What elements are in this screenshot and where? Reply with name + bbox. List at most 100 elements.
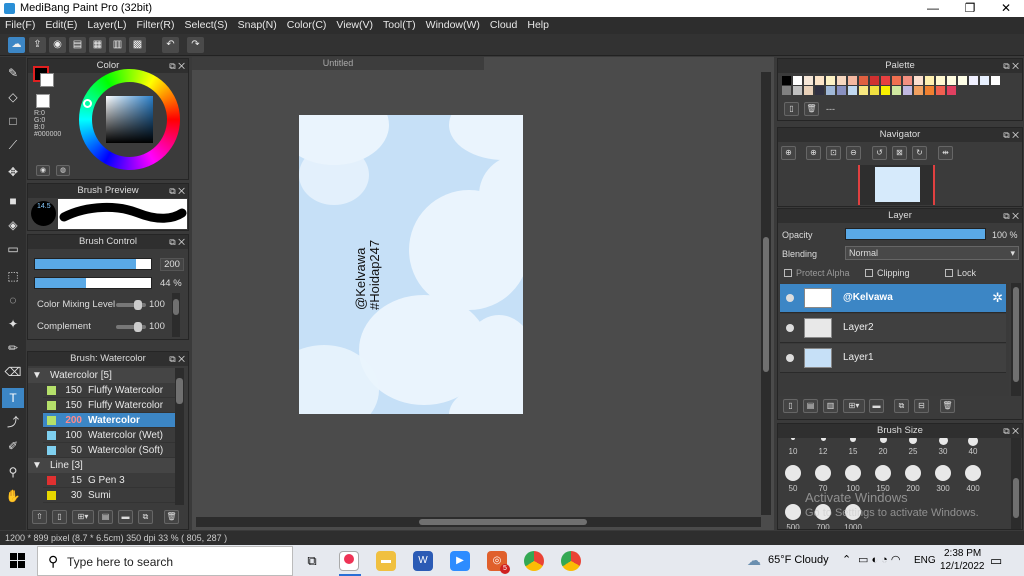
- palette-swatch[interactable]: [903, 86, 912, 95]
- palette-swatch[interactable]: [892, 76, 901, 85]
- palette-swatch[interactable]: [782, 76, 791, 85]
- blending-select[interactable]: Normal ▾: [845, 246, 1019, 260]
- panel-controls-icon[interactable]: ⧉ ✕: [169, 352, 185, 366]
- saturation-square[interactable]: [106, 96, 153, 143]
- menu-view[interactable]: View(V): [331, 17, 378, 34]
- delete-brush-icon[interactable]: 🗑: [164, 510, 179, 524]
- redo-icon[interactable]: ↷: [187, 37, 204, 53]
- brush-size-dot[interactable]: [850, 438, 856, 442]
- color-wheel[interactable]: [79, 69, 180, 170]
- divide-tool-icon[interactable]: ✐: [2, 436, 24, 456]
- canvas-vertical-scrollbar[interactable]: [761, 72, 771, 515]
- menu-layer[interactable]: Layer(L): [82, 17, 131, 34]
- palette-swatch[interactable]: [793, 86, 802, 95]
- undo-icon[interactable]: ↶: [162, 37, 179, 53]
- scroll-thumb[interactable]: [419, 519, 587, 525]
- visibility-icon[interactable]: [786, 294, 794, 302]
- palette-swatch[interactable]: [870, 76, 879, 85]
- panel-controls-icon[interactable]: ⧉ ✕: [169, 184, 185, 198]
- panel-controls-icon[interactable]: ⧉ ✕: [169, 235, 185, 249]
- brush-group-watercolor[interactable]: ▼ Watercolor [5]: [28, 368, 176, 383]
- operation-tool-icon[interactable]: ⤴: [2, 412, 24, 432]
- palette-swatch[interactable]: [826, 76, 835, 85]
- tile-icon[interactable]: ▩: [129, 37, 146, 53]
- brush-size-dot[interactable]: [938, 438, 948, 445]
- brush-size-dot[interactable]: [968, 438, 978, 446]
- palette-swatch[interactable]: [892, 86, 901, 95]
- brush-size-slider[interactable]: [34, 258, 152, 270]
- select-eraser-icon[interactable]: ⌫: [2, 362, 24, 382]
- delete-palette-icon[interactable]: 🗑: [804, 102, 819, 116]
- word-icon[interactable]: W: [413, 551, 433, 571]
- document-canvas[interactable]: @Kelvawa #Hoidap247: [299, 115, 523, 414]
- add-brush-menu-icon[interactable]: ⊞▾: [72, 510, 94, 524]
- layer-folder-icon[interactable]: ▬: [869, 399, 884, 413]
- hue-picker[interactable]: [83, 99, 92, 108]
- palette-swatch[interactable]: [859, 86, 868, 95]
- new-halftone-layer-icon[interactable]: ▤: [803, 399, 818, 413]
- brush-item[interactable]: 30 Sumi: [43, 488, 176, 503]
- brush-size-scrollbar[interactable]: [1011, 438, 1021, 529]
- palette-swatch[interactable]: [947, 86, 956, 95]
- close-button[interactable]: ✕: [989, 0, 1023, 17]
- scroll-thumb[interactable]: [176, 378, 183, 404]
- palette-swatch[interactable]: [815, 86, 824, 95]
- palette-swatch[interactable]: [848, 86, 857, 95]
- palette-swatch[interactable]: [793, 76, 802, 85]
- task-view-icon[interactable]: ⧉: [302, 551, 322, 571]
- palette-swatch[interactable]: [947, 76, 956, 85]
- text-tool-icon[interactable]: T: [2, 388, 24, 408]
- rectangle-tool-icon[interactable]: □: [2, 111, 24, 131]
- chrome-icon[interactable]: [524, 551, 544, 571]
- file-explorer-icon[interactable]: ▬: [376, 551, 396, 571]
- comment-icon[interactable]: ◉: [49, 37, 66, 53]
- palette-swatch[interactable]: [859, 76, 868, 85]
- fit-screen-icon[interactable]: ⊡: [826, 146, 841, 160]
- fill-rect-tool-icon[interactable]: ■: [2, 191, 24, 211]
- complement-knob[interactable]: [134, 322, 142, 332]
- palette-swatch[interactable]: [837, 76, 846, 85]
- menu-file[interactable]: File(F): [0, 17, 40, 34]
- clipping-checkbox[interactable]: [865, 269, 873, 277]
- layer-row-layer2[interactable]: Layer2: [780, 314, 1006, 343]
- zoom-in-icon[interactable]: ⊕: [806, 146, 821, 160]
- layer-opacity-slider[interactable]: [845, 228, 986, 240]
- protect-alpha-checkbox[interactable]: [784, 269, 792, 277]
- flip-horizontal-icon[interactable]: ⇹: [938, 146, 953, 160]
- panel-controls-icon[interactable]: ⧉ ✕: [1003, 424, 1019, 438]
- rotate-right-icon[interactable]: ↻: [912, 146, 927, 160]
- palette-swatch[interactable]: [980, 76, 989, 85]
- new-palette-icon[interactable]: ▯: [784, 102, 799, 116]
- brush-item[interactable]: 100 Watercolor (Wet): [43, 428, 176, 443]
- eyedropper-icon[interactable]: ⚲: [2, 462, 24, 482]
- color-mixing-knob[interactable]: [134, 300, 142, 310]
- panel-controls-icon[interactable]: ⧉ ✕: [1003, 128, 1019, 142]
- language-indicator[interactable]: ENG: [914, 545, 936, 576]
- layer-row-kelvawa[interactable]: @Kelvawa ✲: [780, 284, 1006, 313]
- brush-item[interactable]: 15 G Pen 3: [43, 473, 176, 488]
- brush-size-dot[interactable]: [785, 504, 801, 520]
- brush-item[interactable]: 150 Fluffy Watercolor: [43, 398, 176, 413]
- brush-control-scrollbar[interactable]: [172, 293, 180, 337]
- delete-layer-icon[interactable]: 🗑: [940, 399, 955, 413]
- app-icon-notification[interactable]: ◎ 5: [487, 551, 510, 574]
- new-8bit-layer-icon[interactable]: ▥: [823, 399, 838, 413]
- brush-opacity-slider[interactable]: [34, 277, 152, 289]
- zoom-icon[interactable]: ▶: [450, 551, 470, 571]
- gear-icon[interactable]: ✲: [992, 290, 1003, 306]
- new-layer-icon[interactable]: ▯: [783, 399, 798, 413]
- brush-size-dot[interactable]: [875, 465, 891, 481]
- layer-list-scrollbar[interactable]: [1011, 283, 1021, 396]
- canvas-text-layer[interactable]: @Kelvawa #Hoidap247: [353, 240, 382, 310]
- panel-controls-icon[interactable]: ⧉ ✕: [1003, 59, 1019, 73]
- zoom-out-icon[interactable]: ⊖: [846, 146, 861, 160]
- brush-size-dot[interactable]: [791, 438, 795, 440]
- palette-swatch[interactable]: [936, 76, 945, 85]
- menu-filter[interactable]: Filter(R): [132, 17, 180, 34]
- palette-swatch[interactable]: [969, 76, 978, 85]
- lock-checkbox[interactable]: [945, 269, 953, 277]
- palette-swatch[interactable]: [881, 76, 890, 85]
- brush-folder-icon[interactable]: ▬: [118, 510, 133, 524]
- brush-size-dot[interactable]: [935, 465, 951, 481]
- add-layer-menu-icon[interactable]: ⊞▾: [843, 399, 865, 413]
